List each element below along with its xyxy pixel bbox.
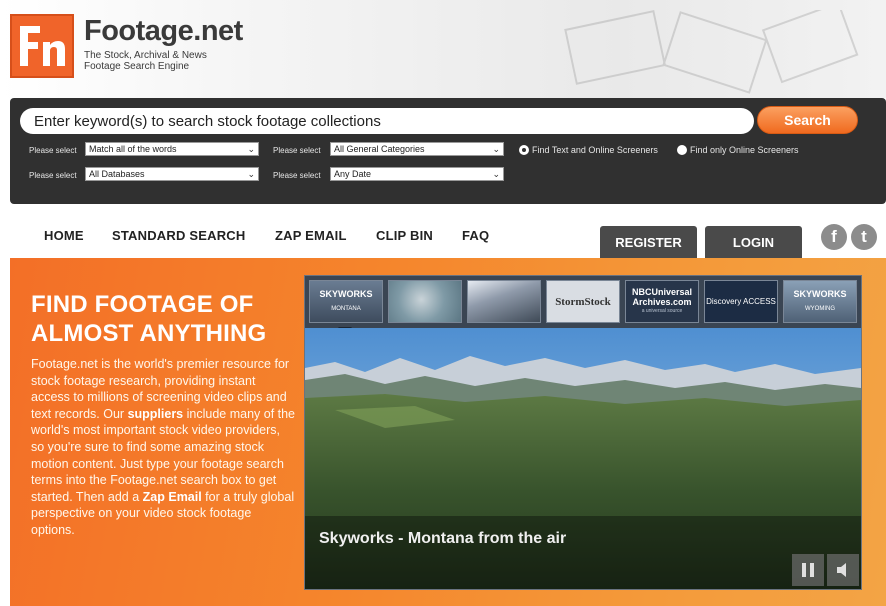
database-select[interactable]: All Databases ⌄ (85, 167, 259, 181)
search-panel: Enter keyword(s) to search stock footage… (10, 98, 886, 204)
radio-online-only[interactable]: Find only Online Screeners (677, 145, 799, 155)
hero-title: FIND FOOTAGE OF ALMOST ANYTHING (31, 291, 267, 347)
video-player: SKYWORKS MONTANA StormStock NBCUniversal … (304, 275, 862, 590)
radio-selected-icon (519, 145, 529, 155)
thumbnail-title: NBCUniversal Archives.com (631, 287, 693, 307)
thumbnail-skyworks-wyoming[interactable]: SKYWORKS WYOMING (783, 280, 857, 323)
database-select-value: All Databases (89, 169, 145, 179)
thumbnail-discovery[interactable]: Discovery ACCESS (704, 280, 778, 323)
select-label: Please select (273, 146, 321, 155)
radio-text-online[interactable]: Find Text and Online Screeners (519, 145, 658, 155)
thumbnail-subtitle: MONTANA (331, 305, 361, 312)
brand: Footage.net The Stock, Archival & News F… (84, 16, 243, 72)
thumbnail-stormstock[interactable]: StormStock (546, 280, 620, 323)
thumbnail-subtitle: a universal source (641, 308, 683, 314)
date-select-value: Any Date (334, 169, 372, 179)
thumbnail-skyworks-montana[interactable]: SKYWORKS MONTANA (309, 280, 383, 323)
film-strip-decoration (564, 10, 859, 94)
thumbnail-mountain[interactable] (467, 280, 541, 323)
thumbnail-title: StormStock (555, 295, 611, 308)
nav-standard-search[interactable]: STANDARD SEARCH (112, 228, 245, 243)
match-select[interactable]: Match all of the words ⌄ (85, 142, 259, 156)
zap-email-link[interactable]: Zap Email (143, 490, 202, 504)
nav-home[interactable]: HOME (44, 228, 84, 243)
select-label: Please select (273, 171, 321, 180)
pause-icon[interactable] (792, 554, 824, 586)
site-header: Footage.net The Stock, Archival & News F… (0, 0, 886, 98)
video-caption: Skyworks - Montana from the air (319, 530, 567, 547)
thumbnail-nbcuniversal[interactable]: NBCUniversal Archives.com a universal sou… (625, 280, 699, 323)
suppliers-link[interactable]: suppliers (128, 407, 184, 421)
register-button[interactable]: REGISTER (600, 226, 697, 258)
date-select[interactable]: Any Date ⌄ (330, 167, 504, 181)
hero-description: Footage.net is the world's premier resou… (31, 356, 295, 539)
chevron-down-icon: ⌄ (247, 169, 255, 179)
twitter-icon[interactable]: t (851, 224, 877, 250)
category-select-value: All General Categories (334, 144, 425, 154)
match-select-value: Match all of the words (89, 144, 177, 154)
category-select[interactable]: All General Categories ⌄ (330, 142, 504, 156)
nav-clip-bin[interactable]: CLIP BIN (376, 228, 433, 243)
search-button[interactable]: Search (757, 106, 858, 134)
select-label: Please select (29, 171, 77, 180)
video-frame[interactable] (305, 328, 861, 589)
select-label: Please select (29, 146, 77, 155)
fn-logo-icon (12, 16, 72, 76)
thumbnail-subtitle: WYOMING (804, 305, 835, 312)
nav-faq[interactable]: FAQ (462, 228, 489, 243)
thumbnail-title: SKYWORKS (793, 288, 847, 299)
thumbnail-title: SKYWORKS (319, 288, 373, 299)
thumbnail-title: Discovery ACCESS (706, 297, 776, 306)
radio-unselected-icon (677, 145, 687, 155)
nav-zap-email[interactable]: ZAP EMAIL (275, 228, 347, 243)
site-logo[interactable] (10, 14, 74, 78)
chevron-down-icon: ⌄ (492, 169, 500, 179)
volume-icon[interactable] (827, 554, 859, 586)
login-button[interactable]: LOGIN (705, 226, 802, 258)
thumbnail-strip: SKYWORKS MONTANA StormStock NBCUniversal … (305, 276, 861, 328)
radio-label: Find Text and Online Screeners (532, 145, 658, 155)
chevron-down-icon: ⌄ (247, 144, 255, 154)
facebook-icon[interactable]: f (821, 224, 847, 250)
radio-label: Find only Online Screeners (690, 145, 799, 155)
search-input[interactable]: Enter keyword(s) to search stock footage… (20, 108, 754, 134)
brand-tagline: The Stock, Archival & News Footage Searc… (84, 50, 207, 72)
chevron-down-icon: ⌄ (492, 144, 500, 154)
thumbnail-underwater[interactable] (388, 280, 462, 323)
brand-name: Footage.net (84, 15, 243, 47)
